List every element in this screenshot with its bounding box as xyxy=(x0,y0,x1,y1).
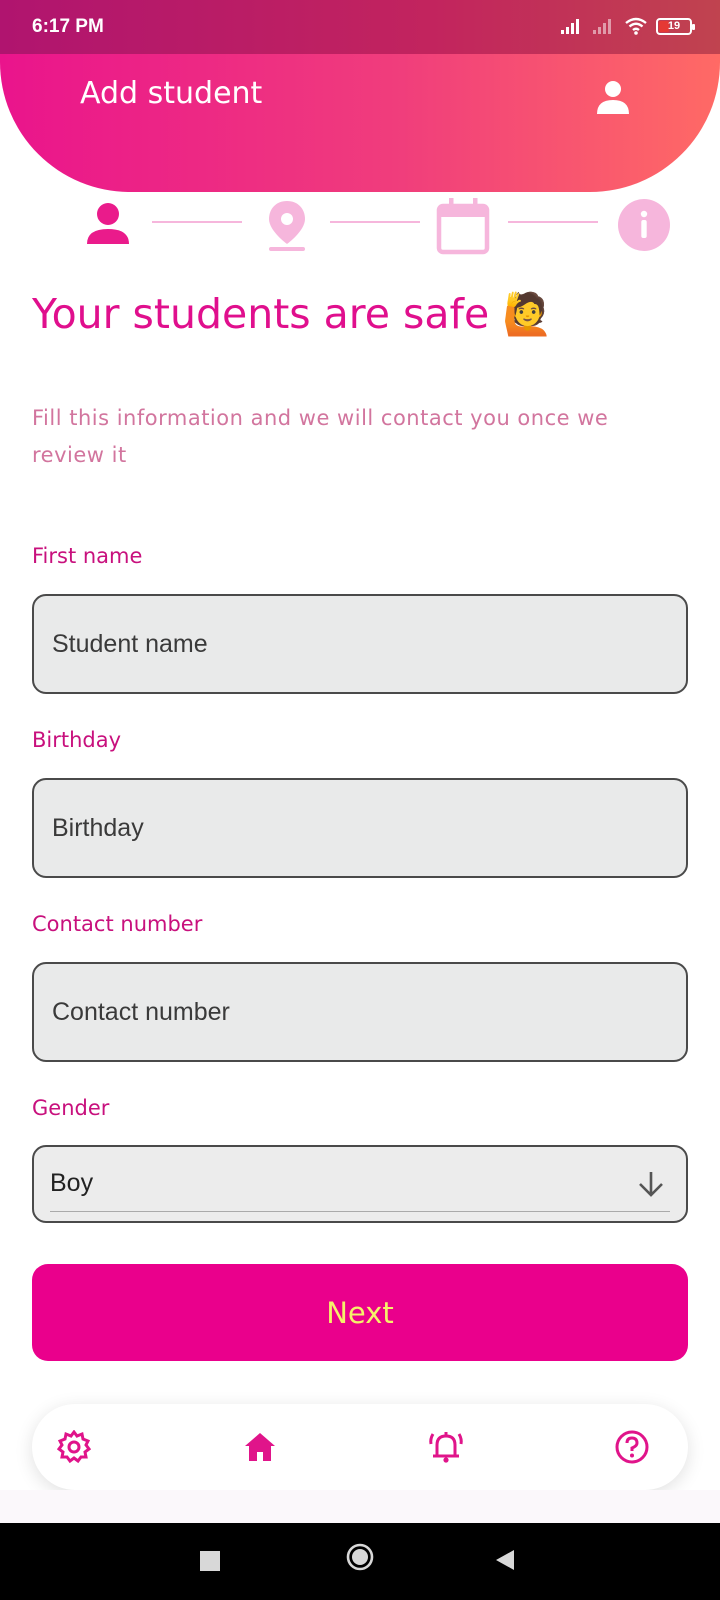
birthday-input[interactable] xyxy=(32,778,688,878)
person-icon[interactable] xyxy=(594,78,632,116)
nav-help[interactable] xyxy=(614,1429,650,1465)
calendar-icon xyxy=(436,198,490,255)
hero-title: Your students are safe 🙋 xyxy=(32,290,554,338)
recents-square-icon[interactable] xyxy=(200,1551,220,1571)
person-icon xyxy=(87,203,129,244)
system-nav-bar xyxy=(0,1523,720,1600)
nav-spacer xyxy=(0,1490,720,1523)
location-pin-icon xyxy=(269,201,305,251)
step-connector xyxy=(152,221,242,223)
back-triangle-icon[interactable] xyxy=(494,1549,516,1571)
wifi-icon xyxy=(625,17,647,35)
contact-number-input[interactable] xyxy=(32,962,688,1062)
first-name-input[interactable] xyxy=(32,594,688,694)
contact-number-label: Contact number xyxy=(32,912,203,936)
home-circle-icon[interactable] xyxy=(346,1543,374,1571)
status-bar: 6:17 PM 19 xyxy=(0,0,720,54)
step-connector xyxy=(330,221,420,223)
status-icons: 19 xyxy=(560,17,695,35)
progress-stepper xyxy=(0,192,720,262)
bottom-nav xyxy=(32,1404,688,1490)
alarm-bell-icon xyxy=(429,1432,463,1463)
battery-icon: 19 xyxy=(656,17,695,35)
nav-home[interactable] xyxy=(242,1429,278,1465)
step-connector xyxy=(508,221,598,223)
app-header: Add student xyxy=(0,54,720,192)
nav-settings[interactable] xyxy=(56,1429,92,1465)
select-underline xyxy=(50,1211,670,1212)
gender-select[interactable]: Boy xyxy=(32,1145,688,1223)
info-icon xyxy=(618,199,670,251)
status-time: 6:17 PM xyxy=(32,16,104,37)
nav-alarms[interactable] xyxy=(428,1429,464,1465)
next-button[interactable]: Next xyxy=(32,1264,688,1361)
settings-gear-icon xyxy=(57,1430,91,1464)
battery-level: 19 xyxy=(667,20,681,32)
gender-select-value: Boy xyxy=(50,1169,94,1197)
first-name-label: First name xyxy=(32,544,143,568)
hero-subtitle: Fill this information and we will contac… xyxy=(32,406,609,467)
arrow-down-icon xyxy=(639,1172,663,1197)
birthday-label: Birthday xyxy=(32,728,122,752)
page-title: Add student xyxy=(80,76,263,111)
gender-label: Gender xyxy=(32,1096,110,1120)
help-icon xyxy=(615,1430,649,1464)
home-icon xyxy=(245,1433,275,1461)
signal-icon xyxy=(561,19,579,34)
signal-weak-icon xyxy=(593,19,611,34)
